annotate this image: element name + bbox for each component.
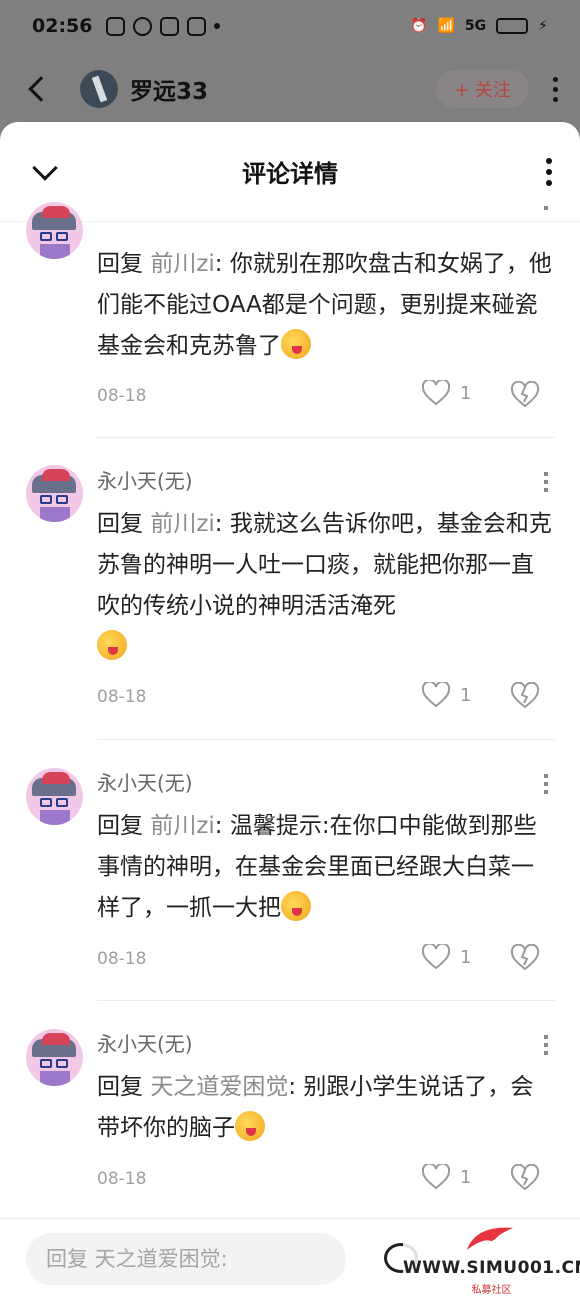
emoji-icon — [281, 329, 311, 359]
broken-heart-icon[interactable] — [510, 944, 540, 972]
alarm-icon: ⏰ — [410, 18, 428, 34]
like-count: 1 — [460, 1166, 472, 1188]
charging-icon: ⚡ — [538, 18, 548, 34]
comment-more-icon[interactable] — [544, 472, 548, 492]
comment-text: 回复 天之道爱困觉: 别跟小学生说话了，会带坏你的脑子 — [97, 1074, 534, 1141]
comment-date: 08-18 — [97, 386, 147, 406]
avatar[interactable] — [26, 465, 83, 522]
comment-text: 回复 前川zi: 你就别在那吹盘古和女娲了，他们能不能过OAA都是个问题，更别提… — [97, 251, 552, 359]
avatar[interactable] — [26, 768, 83, 825]
heart-icon — [422, 380, 450, 406]
like-count: 1 — [460, 684, 472, 706]
divider — [97, 1000, 555, 1001]
heart-icon — [422, 944, 450, 970]
emoji-icon — [235, 1111, 265, 1141]
network-label: 5G — [464, 18, 487, 34]
reply-target-link[interactable]: 前川zi — [150, 511, 214, 537]
like-button[interactable]: 1 — [422, 682, 471, 708]
broken-heart-icon[interactable] — [510, 1164, 540, 1192]
comment-more-icon[interactable] — [544, 206, 548, 210]
collapse-icon[interactable] — [32, 154, 58, 181]
more-icon[interactable] — [553, 76, 558, 102]
reply-input[interactable] — [26, 1233, 346, 1285]
divider — [97, 437, 555, 438]
sheet-header: 评论详情 — [0, 122, 580, 222]
user-name[interactable]: 罗远33 — [130, 72, 208, 106]
notification-icons — [106, 16, 221, 36]
comment-detail-sheet: 评论详情 回复 前川zi: 你就别在那吹盘古和女娲了，他们能不能过OAA都是个问… — [0, 122, 580, 1299]
reply-target-link[interactable]: 天之道爱困觉 — [150, 1074, 288, 1100]
watermark-logo-icon — [467, 1227, 513, 1251]
like-button[interactable]: 1 — [422, 1164, 471, 1190]
follow-button[interactable]: + 关注 — [436, 70, 529, 108]
watermark-url: WWW.SIMU001.CN — [403, 1258, 580, 1278]
comment-date: 08-18 — [97, 1169, 147, 1189]
wifi-icon: 📶 — [437, 18, 455, 34]
emoji-icon — [97, 630, 127, 660]
comment-text: 回复 前川zi: 我就这么告诉你吧，基金会和克苏鲁的神明一人吐一口痰，就能把你那… — [97, 504, 555, 668]
comment-more-icon[interactable] — [544, 1035, 548, 1055]
sheet-more-icon[interactable] — [546, 157, 552, 186]
commenter-name[interactable]: 永小天(无) — [97, 767, 193, 796]
mail-icon — [106, 16, 126, 36]
commenter-name[interactable]: 永小天(无) — [97, 1028, 193, 1057]
comment-text: 回复 前川zi: 温馨提示:在你口中能做到那些事情的神明，在基金会里面已经跟大白… — [97, 813, 537, 921]
like-count: 1 — [460, 946, 472, 968]
comment-more-icon[interactable] — [544, 774, 548, 794]
user-avatar[interactable] — [80, 70, 118, 108]
avatar[interactable] — [26, 202, 83, 259]
avatar[interactable] — [26, 1029, 83, 1086]
emoji-icon — [281, 891, 311, 921]
more-notifications-icon — [214, 23, 221, 29]
watermark: WWW.SIMU001.CN 私募社区 — [403, 1222, 580, 1299]
broken-heart-icon[interactable] — [510, 381, 540, 409]
status-bar: 02:56 ⏰ 📶 5G ⚡ — [0, 0, 580, 52]
comment-date: 08-18 — [97, 949, 147, 969]
system-icons: ⏰ 📶 5G ⚡ — [410, 18, 548, 34]
qq-icon — [133, 16, 153, 36]
status-time: 02:56 — [32, 15, 93, 37]
reply-target-link[interactable]: 前川zi — [150, 251, 214, 277]
like-button[interactable]: 1 — [422, 380, 471, 406]
like-button[interactable]: 1 — [422, 944, 471, 970]
baidu-icon — [160, 16, 180, 36]
comment-date: 08-18 — [97, 687, 147, 707]
watermark-subtitle: 私募社区 — [471, 1285, 512, 1296]
back-icon[interactable] — [28, 76, 54, 102]
like-count: 1 — [460, 382, 472, 404]
battery-icon — [496, 18, 529, 34]
broken-heart-icon[interactable] — [510, 682, 540, 710]
commenter-name[interactable]: 永小天(无) — [97, 465, 193, 494]
top-nav: 罗远33 + 关注 — [0, 52, 580, 126]
heart-icon — [422, 1164, 450, 1190]
sheet-title: 评论详情 — [242, 160, 338, 188]
app-icon — [187, 16, 207, 36]
reply-target-link[interactable]: 前川zi — [150, 813, 214, 839]
heart-icon — [422, 682, 450, 708]
divider — [97, 739, 555, 740]
